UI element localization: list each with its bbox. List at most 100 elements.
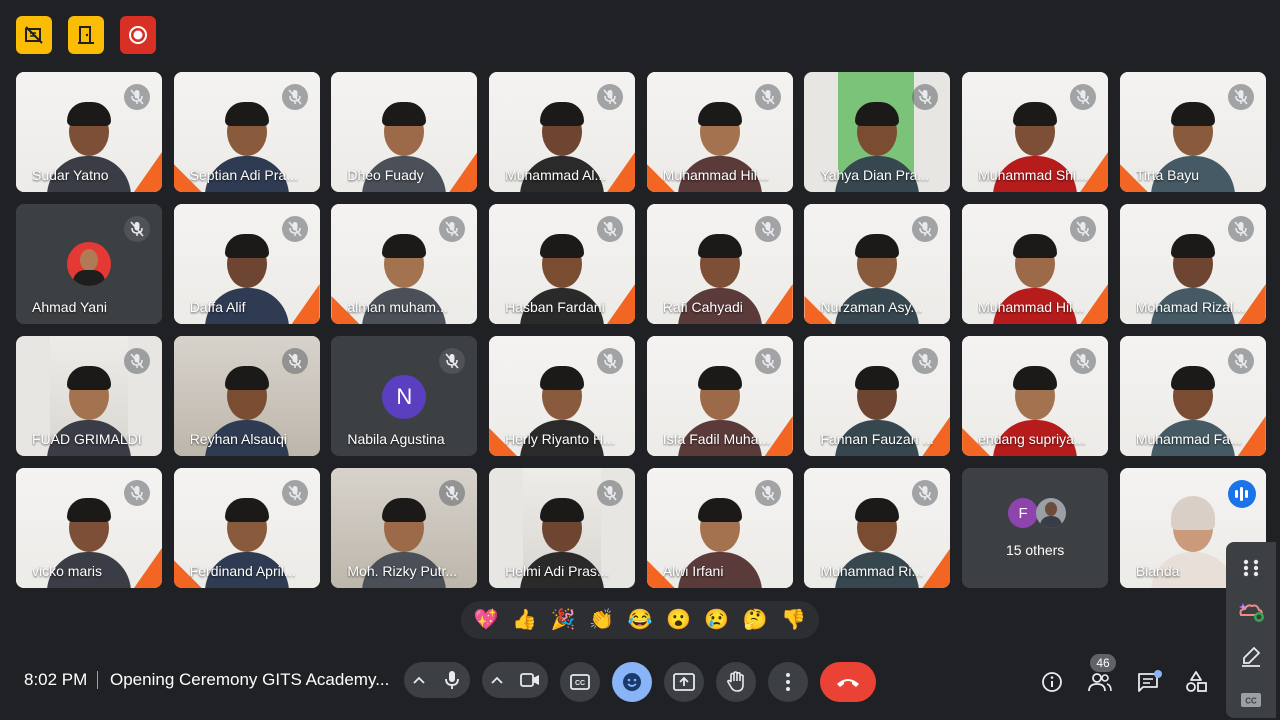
participant-name: Alwi Irfani: [662, 563, 724, 579]
door-button[interactable]: [68, 16, 104, 54]
people-button[interactable]: 46: [1080, 654, 1120, 702]
recording-button[interactable]: [120, 16, 156, 54]
host-controls: [16, 16, 156, 54]
participant-tile[interactable]: Rafi Cahyadi: [646, 204, 793, 324]
participant-tile[interactable]: Tirta Bayu: [1119, 72, 1266, 192]
participant-tile[interactable]: FUAD GRIMALDI: [16, 336, 162, 456]
participant-name: Herly Riyanto H...: [505, 431, 615, 447]
participant-tile[interactable]: Dheo Fuady: [331, 72, 478, 192]
thinking-reaction[interactable]: 🤔: [739, 604, 771, 636]
participant-tile[interactable]: Muhammad Al...: [489, 72, 636, 192]
participant-tile[interactable]: Herly Riyanto H...: [489, 336, 636, 456]
mic-button[interactable]: [434, 662, 470, 698]
participant-tile[interactable]: Hasban Fardani: [489, 204, 636, 324]
participant-name: Hasban Fardani: [505, 299, 605, 315]
participant-tile[interactable]: alman muham...: [331, 204, 478, 324]
camera-options-button[interactable]: [482, 662, 512, 698]
muted-mic-icon: [597, 216, 624, 242]
present-group: [664, 662, 704, 702]
mic-options-button[interactable]: [404, 662, 434, 698]
others-tile[interactable]: F 15 others: [962, 468, 1109, 588]
muted-mic-icon: [124, 84, 150, 110]
participant-tile[interactable]: Fannan Fauzan ...: [804, 336, 951, 456]
participant-tile[interactable]: Muhammad Hil...: [646, 72, 793, 192]
chat-button[interactable]: [1128, 662, 1168, 702]
captions-button[interactable]: CC: [560, 662, 600, 702]
laugh-reaction[interactable]: 😂: [624, 604, 656, 636]
meeting-title: Opening Ceremony GITS Academy...: [110, 670, 390, 689]
muted-mic-icon: [754, 216, 781, 242]
participant-tile[interactable]: Muhammad Hil...: [962, 204, 1109, 324]
participant-tile[interactable]: Muhammad Fa...: [1119, 336, 1266, 456]
thumbs-up-reaction[interactable]: 👍: [509, 604, 541, 636]
participant-tile[interactable]: Muhammad Shi...: [962, 72, 1109, 192]
reactions-button[interactable]: [612, 662, 652, 702]
chat-notification-dot: [1154, 670, 1162, 678]
others-label: 15 others: [1005, 542, 1065, 558]
participant-name: Muhammad Al...: [505, 167, 607, 183]
video-camera-icon: [520, 673, 539, 687]
muted-mic-icon: [754, 84, 781, 110]
participant-tile[interactable]: Daffa Alif: [173, 204, 320, 324]
participant-tile[interactable]: Isfa Fadil Muha...: [646, 336, 793, 456]
participant-name: Yahya Dian Pra...: [820, 167, 930, 183]
participant-tile[interactable]: Nurzaman Asy...: [804, 204, 951, 324]
participant-name: Dheo Fuady: [347, 167, 424, 183]
raise-hand-button[interactable]: [716, 662, 756, 702]
mic-group: [404, 662, 470, 698]
mic-pill: [404, 662, 470, 698]
participant-tile[interactable]: Sudar Yatno: [16, 72, 162, 192]
clap-reaction[interactable]: 👏: [586, 604, 618, 636]
muted-mic-icon: [281, 216, 308, 242]
participant-tile[interactable]: Alwi Irfani: [646, 468, 793, 588]
effects-button[interactable]: [1233, 594, 1269, 630]
participant-name: Septian Adi Pra...: [189, 167, 298, 183]
camera-button[interactable]: [512, 662, 548, 698]
participant-tile[interactable]: Septian Adi Pra...: [173, 72, 320, 192]
avatar: N: [382, 375, 427, 419]
participant-tile[interactable]: Ahmad Yani: [16, 204, 162, 324]
others-avatars: F: [1008, 498, 1067, 528]
sad-reaction[interactable]: 😢: [701, 604, 733, 636]
participant-name: Muhammad Ri...: [820, 563, 924, 579]
participant-name: Nabila Agustina: [347, 431, 445, 447]
divider: [97, 671, 98, 689]
meeting-details-button[interactable]: [1032, 662, 1072, 702]
apps-grid-icon: [1243, 559, 1259, 577]
surprised-reaction[interactable]: 😮: [662, 604, 694, 636]
party-reaction[interactable]: 🎉: [547, 604, 579, 636]
thumbs-down-reaction[interactable]: 👎: [778, 604, 810, 636]
host-controls-icon: [25, 26, 43, 44]
participant-tile[interactable]: Moh. Rizky Putr...: [331, 468, 478, 588]
participant-name: Rafi Cahyadi: [662, 299, 743, 315]
muted-mic-icon: [1070, 216, 1097, 242]
participant-tile[interactable]: Mohamad Rizal...: [1119, 204, 1266, 324]
host-controls-button[interactable]: [16, 16, 52, 54]
bottom-toolbar: 8:02 PM Opening Ceremony GITS Academy...…: [0, 650, 1280, 710]
present-button[interactable]: [664, 662, 704, 702]
participant-tile[interactable]: Helmi Adi Pras...: [489, 468, 636, 588]
reaction-bar: 💖 👍 🎉 👏 😂 😮 😢 🤔 👎: [461, 601, 819, 639]
end-call-button[interactable]: [820, 662, 876, 702]
participant-tile[interactable]: Ferdinand April...: [173, 468, 320, 588]
participant-tile[interactable]: Muhammad Ri...: [804, 468, 951, 588]
apps-button[interactable]: [1233, 550, 1269, 586]
more-options-button[interactable]: [768, 662, 808, 702]
muted-mic-icon: [281, 480, 308, 506]
muted-mic-icon: [912, 84, 939, 110]
clock: 8:02 PM: [24, 670, 88, 689]
participant-name: endang supriya...: [978, 431, 1086, 447]
participant-name: Muhammad Fa...: [1135, 431, 1242, 447]
heart-reaction[interactable]: 💖: [470, 604, 502, 636]
participant-tile[interactable]: Yahya Dian Pra...: [804, 72, 951, 192]
participant-name: vicko maris: [32, 563, 103, 579]
muted-mic-icon: [597, 480, 624, 506]
participant-tile[interactable]: Reyhan Alsauqi: [173, 336, 320, 456]
participant-name: Daffa Alif: [189, 299, 246, 315]
participant-tile[interactable]: endang supriya...: [962, 336, 1109, 456]
participant-name: Isfa Fadil Muha...: [662, 431, 771, 447]
participant-tile[interactable]: vicko maris: [16, 468, 162, 588]
activities-button[interactable]: [1176, 662, 1216, 702]
participant-tile[interactable]: N Nabila Agustina: [331, 336, 478, 456]
participant-name: FUAD GRIMALDI: [32, 431, 142, 447]
